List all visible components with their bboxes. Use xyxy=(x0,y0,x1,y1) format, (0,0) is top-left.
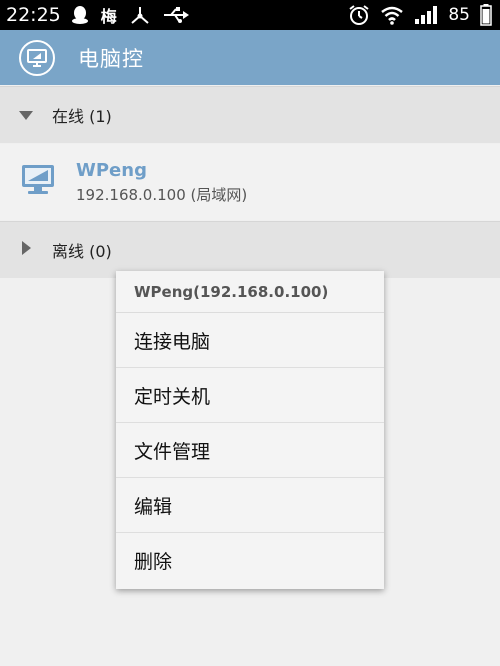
group-online-header[interactable]: 在线 (1) xyxy=(0,86,500,143)
device-row[interactable]: WPeng 192.168.0.100 (局域网) xyxy=(0,144,500,220)
context-menu-title: WPeng(192.168.0.100) xyxy=(116,271,384,313)
usb-icon xyxy=(163,7,189,23)
network-icon xyxy=(129,5,151,25)
battery-level: 85 xyxy=(448,5,470,25)
monitor-icon[interactable] xyxy=(19,39,55,76)
wifi-icon xyxy=(380,5,404,25)
computer-icon xyxy=(20,163,56,201)
alarm-icon xyxy=(348,4,370,26)
qq-icon xyxy=(71,5,89,25)
menu-item-delete[interactable]: 删除 xyxy=(116,533,384,588)
menu-item-file-management[interactable]: 文件管理 xyxy=(116,423,384,478)
group-offline-header[interactable]: 离线 (0) xyxy=(0,221,500,278)
group-offline-label: 离线 (0) xyxy=(52,242,112,261)
triangle-right-icon xyxy=(18,240,34,260)
device-name: WPeng xyxy=(76,159,147,181)
menu-item-connect[interactable]: 连接电脑 xyxy=(116,313,384,368)
triangle-down-icon xyxy=(18,106,34,125)
meizu-icon: 梅 xyxy=(100,7,117,26)
battery-icon xyxy=(480,4,492,26)
context-menu: WPeng(192.168.0.100) 连接电脑 定时关机 文件管理 编辑 删… xyxy=(116,271,384,589)
status-time: 22:25 xyxy=(6,4,61,26)
status-bar: 22:25 梅 85 xyxy=(0,0,500,30)
group-online-label: 在线 (1) xyxy=(52,107,112,126)
device-ip: 192.168.0.100 (局域网) xyxy=(76,185,248,204)
page-title: 电脑控 xyxy=(78,46,144,71)
menu-item-edit[interactable]: 编辑 xyxy=(116,478,384,533)
app-title-bar: 电脑控 xyxy=(0,30,500,85)
signal-icon xyxy=(414,5,438,25)
menu-item-scheduled-shutdown[interactable]: 定时关机 xyxy=(116,368,384,423)
